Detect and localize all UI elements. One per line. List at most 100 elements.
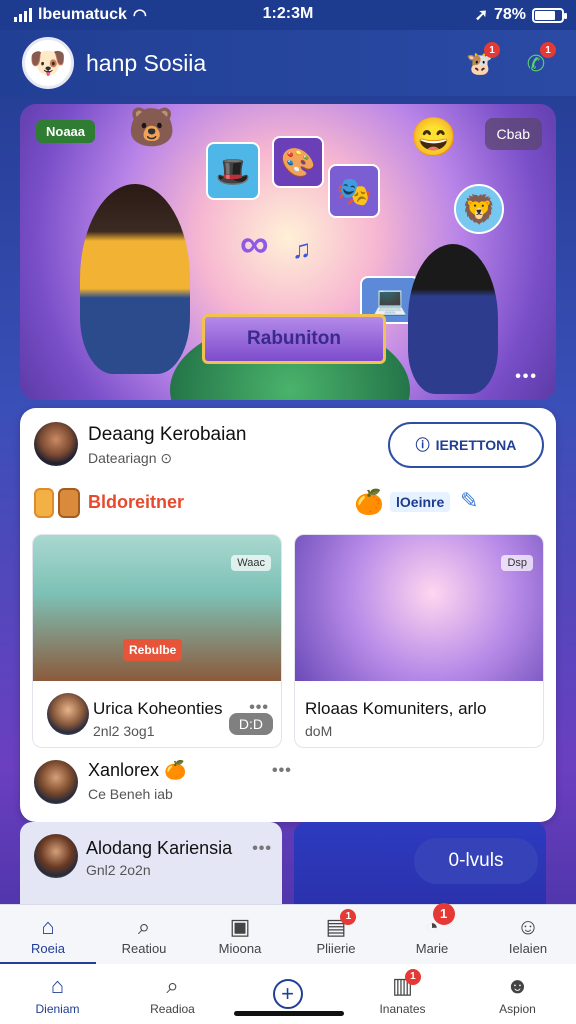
info-icon: ⓘ (415, 437, 430, 453)
avatar (34, 760, 78, 804)
feather-icon[interactable]: ✎ (460, 488, 478, 514)
cartoon-dog-icon[interactable]: 🐶 (22, 37, 74, 89)
phone-button[interactable]: ✆ 1 (518, 42, 556, 82)
list-item-title: Xanlorex 🍊 (88, 760, 187, 780)
smiley-face-icon: 😄 (410, 117, 458, 159)
location-icon: ➚ (474, 7, 488, 24)
tab-label: Readioa (150, 1001, 195, 1016)
hero-person-left (80, 184, 190, 374)
tab-label: Pliierie (316, 940, 356, 956)
battery-icon (532, 7, 567, 23)
notification-badge: 1 (484, 42, 500, 58)
mascot-button[interactable]: 🐮 1 (462, 42, 500, 82)
tab-profile[interactable]: ☺ Ielaien (480, 905, 576, 965)
hero-person-right (408, 244, 498, 394)
app-header: 🐶 hanp Sosiia 🐮 1 ✆ 1 (0, 30, 576, 96)
avatar (47, 693, 89, 735)
thumbnail-label: Rebulbe (123, 639, 183, 661)
hero-box-label: Rabuniton (202, 314, 386, 364)
notification-badge: 1 (432, 902, 455, 925)
signal-icon (14, 8, 32, 22)
tab-account[interactable]: ☻ Aspion (460, 964, 575, 1024)
tab-label: Ielaien (508, 940, 548, 956)
profile-sub: Dateariagn ⊙ (88, 450, 173, 466)
promo-pill-button[interactable]: 0-lvuls (414, 838, 538, 884)
tab-label: Inanates (379, 1001, 426, 1016)
battery-percent: 78% (493, 6, 526, 23)
app-title: hanp Sosiia (86, 50, 207, 76)
register-button[interactable]: ⓘ IERETTONA (388, 422, 544, 468)
user-icon: ☻ (505, 972, 530, 998)
floating-card-icon: 🎭 (328, 164, 380, 218)
home-icon: ⌂ (50, 972, 65, 998)
list-item[interactable]: Xanlorex 🍊 Ce Beneh iab ••• (32, 754, 544, 810)
infinity-icon: ∞ (240, 222, 269, 266)
notification-badge: 1 (340, 908, 357, 925)
notification-badge: 1 (540, 42, 556, 58)
section-label: Bldoreitner (88, 492, 185, 512)
avatar (34, 422, 78, 466)
plus-icon: + (272, 979, 303, 1009)
floating-card-icon: 🦁 (454, 184, 504, 234)
chat-icon: ◔ 1 (425, 902, 455, 939)
media-icon: ▣ (229, 913, 251, 939)
home-indicator[interactable] (234, 1011, 344, 1016)
content-card[interactable]: Waac Rebulbe D:D Urica Koheonties 2nl2 3… (32, 534, 282, 748)
home-icon: ⌂ (41, 913, 55, 939)
game-icon (34, 488, 54, 518)
hero-more-button[interactable]: ••• (515, 368, 538, 386)
floating-card-icon: 🎩 (206, 142, 260, 200)
bear-face-icon: 🐻 (128, 107, 176, 149)
tab-label: Aspion (499, 1001, 536, 1016)
thumbnail-chip: Waac (231, 555, 271, 571)
tab-bar-primary: ⌂ Roeia ⌕ Reatiou ▣ Mioona ▤ 1 Pliierie ◔… (0, 902, 576, 965)
section-header: Bldoreitner 🍊 lOeinre ✎ (34, 488, 542, 522)
tab-documents[interactable]: ▤ 1 Pliierie (288, 905, 384, 965)
tab-label: Dieniam (35, 1001, 80, 1016)
section-tag[interactable]: lOeinre (390, 492, 451, 512)
document-icon: ▤ 1 (326, 908, 357, 939)
tab-chat[interactable]: ◔ 1 Marie (384, 902, 480, 965)
tab-media[interactable]: ▣ Mioona (192, 905, 288, 965)
carrier-label: lbeumatuck (38, 6, 127, 23)
card-sub: 2nl2 3og1 (93, 723, 155, 739)
notification-badge: 1 (404, 968, 421, 985)
profile-name: Deaang Kerobaian (88, 424, 247, 445)
register-button-label: IERETTONA (435, 437, 517, 453)
tab-label: Roeia (31, 940, 65, 956)
more-options-icon[interactable]: ••• (249, 699, 269, 717)
floating-card-icon: 🎨 (272, 136, 324, 188)
hero-corner-button[interactable]: Cbab (484, 118, 542, 150)
fruit-icon: 🍊 (354, 489, 384, 516)
card-sub: doM (305, 723, 333, 739)
tab-label: Mioona (218, 940, 262, 956)
tab-label: Marie (415, 940, 449, 956)
tab-notes[interactable]: ▥ 1 Inanates (345, 964, 460, 1024)
avatar (34, 834, 78, 878)
list-item-sub: Ce Beneh iab (88, 786, 173, 802)
tab-search[interactable]: ⌕ Reatiou (96, 905, 192, 965)
search-icon: ⌕ (137, 913, 151, 939)
fruit-icon: 🍊 (164, 760, 187, 780)
more-options-icon[interactable]: ••• (252, 840, 272, 858)
clock: 1:2:3M (262, 5, 314, 22)
list-item-sub: Gnl2 2o2n (86, 862, 151, 878)
hero-banner[interactable]: Noaaa Cbab 🐻 😄 🎩 🎨 🎭 💻 🦁 ∞ ♫ Rabuniton •… (20, 104, 556, 400)
game-icon (58, 488, 80, 518)
hero-chip: Noaaa (36, 120, 96, 143)
tab-home[interactable]: ⌂ Roeia (0, 905, 96, 965)
card-title: Urica Koheonties (93, 699, 223, 718)
wifi-icon: ◠ (132, 7, 147, 24)
community-card: Deaang Kerobaian Dateariagn ⊙ ⓘ IERETTON… (20, 408, 556, 822)
music-note-icon: ♫ (292, 234, 312, 264)
content-card[interactable]: Dsp Rloaas Komuniters, arlo doM (294, 534, 544, 748)
tab-search[interactable]: ⌕ Readioa (115, 964, 230, 1024)
profile-icon: ☺ (516, 913, 540, 939)
more-options-icon[interactable]: ••• (272, 762, 292, 780)
thumbnail-chip: Dsp (501, 555, 533, 571)
tab-home[interactable]: ⌂ Dieniam (0, 964, 115, 1024)
search-icon: ⌕ (166, 972, 179, 998)
card-title: Rloaas Komuniters, arlo (305, 699, 487, 718)
list-item-title: Alodang Kariensia (86, 838, 233, 858)
tab-label: Reatiou (121, 940, 167, 956)
